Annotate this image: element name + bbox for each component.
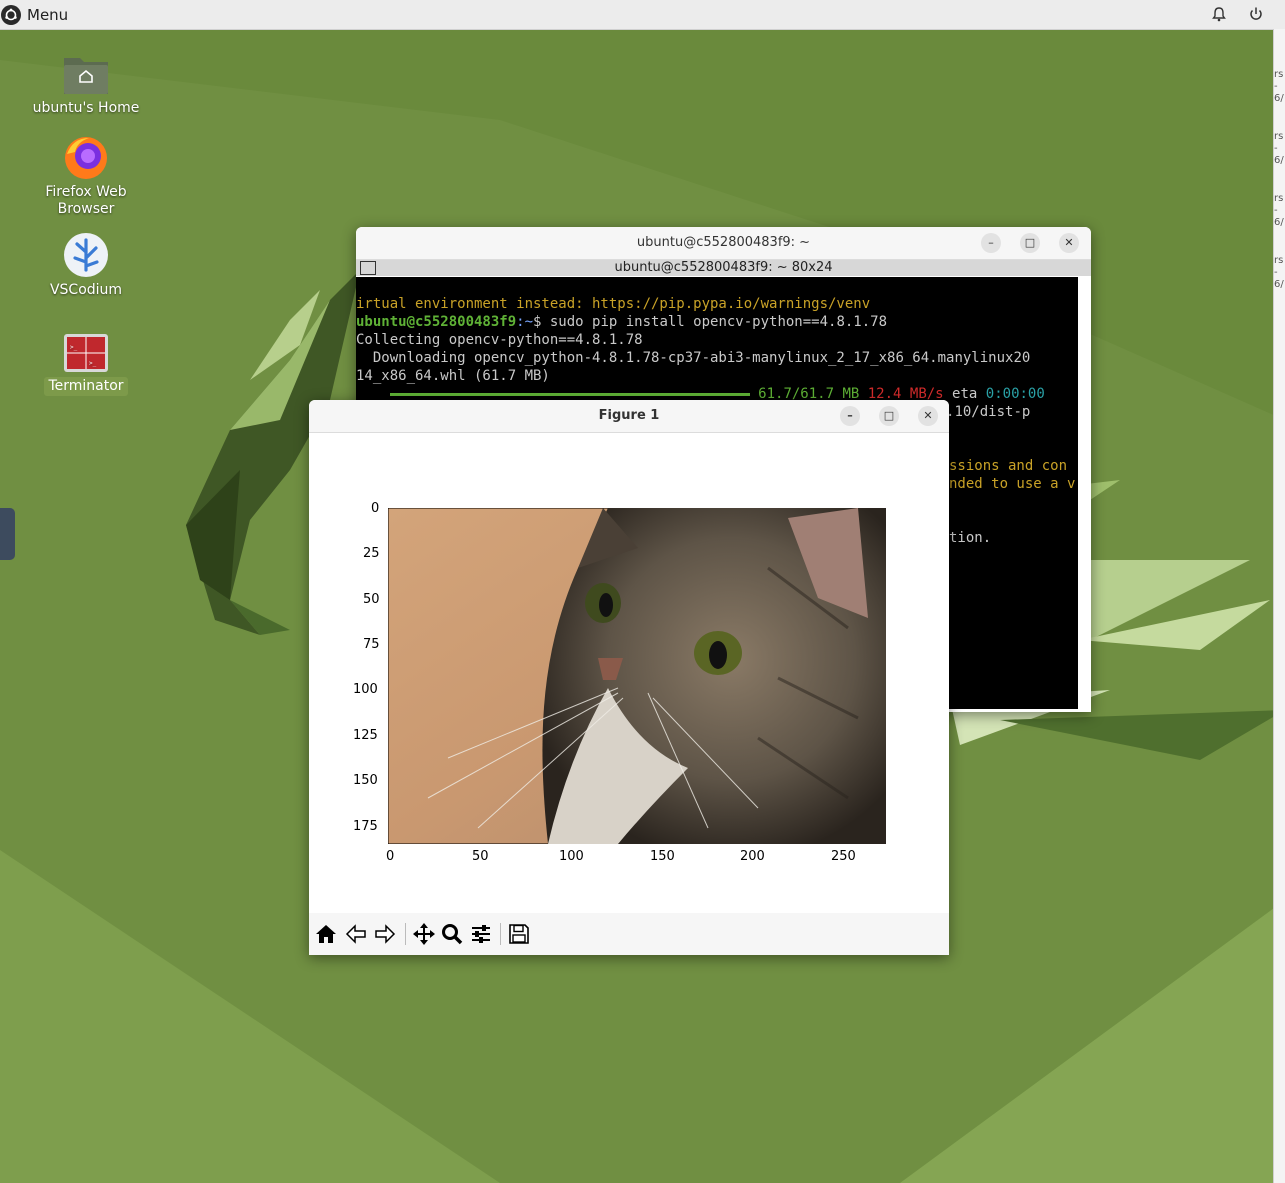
strip-text: 6/: [1274, 155, 1284, 166]
y-tick-label: 0: [371, 501, 380, 516]
y-tick-label: 150: [353, 773, 378, 788]
strip-text: rs: [1274, 193, 1284, 204]
prompt-user: ubuntu@c552800483f9: [356, 314, 517, 330]
split-grid-icon[interactable]: [360, 261, 376, 275]
figure-titlebar[interactable]: Figure 1 – □ ✕: [309, 400, 949, 433]
desktop-icon-label: Firefox Web Browser: [45, 184, 127, 217]
y-tick-label: 175: [353, 819, 378, 834]
strip-text: -: [1274, 81, 1278, 92]
cat-image[interactable]: [388, 508, 886, 844]
terminal-title: ubuntu@c552800483f9: ~: [636, 235, 811, 250]
x-tick-label: 100: [559, 849, 584, 864]
save-icon[interactable]: [506, 921, 532, 947]
desktop-icon-vscodium[interactable]: VSCodium: [31, 232, 141, 299]
vscodium-icon: [63, 232, 109, 278]
x-tick-label: 0: [386, 849, 395, 864]
desktop-icon-home[interactable]: ubuntu's Home: [31, 52, 141, 117]
x-tick-label: 50: [472, 849, 489, 864]
strip-text: -: [1274, 267, 1278, 278]
strip-text: 6/: [1274, 93, 1284, 104]
terminal-line: irtual environment instead: https://pip.…: [356, 296, 871, 312]
power-icon[interactable]: [1247, 5, 1265, 23]
terminal-line: Downloading opencv_python-4.8.1.78-cp37-…: [356, 350, 1031, 366]
desktop-icon-label: Terminator: [44, 377, 128, 396]
pan-icon[interactable]: [411, 921, 437, 947]
x-tick-label: 150: [650, 849, 675, 864]
x-tick-label: 250: [831, 849, 856, 864]
terminator-icon: >_ >_: [63, 333, 109, 373]
top-panel: Menu: [0, 0, 1285, 30]
zoom-icon[interactable]: [439, 921, 465, 947]
desktop-icon-label: ubuntu's Home: [32, 100, 140, 116]
strip-text: rs: [1274, 131, 1284, 142]
maximize-button[interactable]: □: [879, 406, 899, 426]
minimize-button[interactable]: –: [840, 406, 860, 426]
close-button[interactable]: ✕: [1059, 233, 1079, 253]
minimize-button[interactable]: –: [981, 233, 1001, 253]
terminal-line: Collecting opencv-python==4.8.1.78: [356, 332, 643, 348]
menu-label: Menu: [27, 5, 69, 24]
terminal-titlebar[interactable]: ubuntu@c552800483f9: ~ – □ ✕: [356, 227, 1091, 260]
desktop-icon-label: VSCodium: [49, 282, 123, 298]
forward-arrow-icon[interactable]: [372, 921, 398, 947]
y-tick-label: 75: [363, 637, 380, 652]
svg-text:>_: >_: [89, 360, 97, 367]
svg-text:>_: >_: [70, 344, 78, 351]
terminal-subtitle: ubuntu@c552800483f9: ~ 80x24: [614, 260, 833, 275]
figure-title: Figure 1: [598, 408, 660, 423]
strip-text: -: [1274, 143, 1278, 154]
x-tick-label: 200: [740, 849, 765, 864]
toolbar-separator: [500, 923, 501, 945]
progress-eta-label: eta: [952, 386, 978, 402]
strip-text: rs: [1274, 255, 1284, 266]
prompt-path: :~: [516, 314, 534, 330]
background-window-edge: rs - 6/ rs - 6/ rs - 6/ rs - 6/: [1273, 29, 1285, 1183]
side-dock-handle[interactable]: [0, 508, 15, 560]
configure-subplots-icon[interactable]: [468, 921, 494, 947]
terminal-line: 14_x86_64.whl (61.7 MB): [356, 368, 550, 384]
progress-eta: 0:00:00: [985, 386, 1045, 402]
desktop-icon-terminator[interactable]: >_ >_ Terminator: [31, 333, 141, 396]
y-tick-label: 25: [363, 546, 380, 561]
maximize-button[interactable]: □: [1020, 233, 1040, 253]
home-icon[interactable]: [313, 921, 339, 947]
download-progress-bar: [389, 392, 750, 396]
home-folder-icon: [62, 52, 110, 96]
figure-toolbar: [309, 913, 949, 955]
ubuntu-logo-icon: [1, 4, 21, 25]
back-arrow-icon[interactable]: [343, 921, 369, 947]
menu-button[interactable]: Menu: [0, 0, 68, 29]
bell-icon[interactable]: [1210, 5, 1228, 23]
y-tick-label: 100: [353, 682, 378, 697]
desktop-icon-firefox[interactable]: Firefox Web Browser: [31, 134, 141, 218]
y-tick-label: 125: [353, 728, 378, 743]
figure-window: Figure 1 – □ ✕ 0 25 50 75 100 125 150 17…: [309, 400, 949, 955]
strip-text: 6/: [1274, 217, 1284, 228]
firefox-icon: [63, 134, 109, 180]
toolbar-separator: [405, 923, 406, 945]
strip-text: rs: [1274, 69, 1284, 80]
strip-text: -: [1274, 205, 1278, 216]
close-button[interactable]: ✕: [918, 406, 938, 426]
prompt-command: $ sudo pip install opencv-python==4.8.1.…: [533, 314, 888, 330]
terminal-subtitle-bar: ubuntu@c552800483f9: ~ 80x24: [356, 260, 1091, 276]
y-tick-label: 50: [363, 592, 380, 607]
strip-text: 6/: [1274, 279, 1284, 290]
